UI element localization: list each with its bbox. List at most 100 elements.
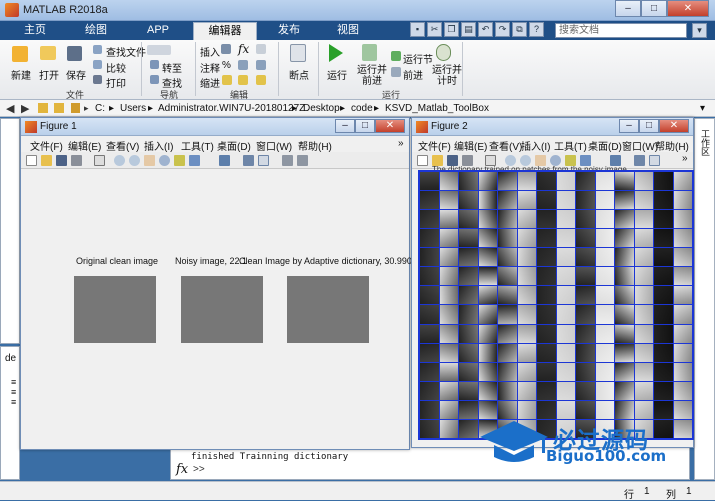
new-button[interactable]: 新建 bbox=[11, 67, 31, 82]
find-files-button[interactable]: 查找文件 bbox=[106, 44, 146, 59]
paste-icon[interactable]: ▤ bbox=[461, 22, 476, 37]
tab-view[interactable]: 视图 bbox=[322, 22, 374, 40]
menu-window[interactable]: 窗口(W) bbox=[622, 138, 658, 153]
redo-icon[interactable]: ↷ bbox=[495, 22, 510, 37]
menu-insert[interactable]: 插入(I) bbox=[144, 138, 173, 153]
menu-edit[interactable]: 编辑(E) bbox=[454, 138, 487, 153]
tab-editor[interactable]: 编辑器 bbox=[193, 22, 257, 40]
new-figure-icon[interactable] bbox=[417, 155, 428, 166]
breadcrumb-item[interactable]: KSVD_Matlab_ToolBox bbox=[385, 103, 489, 114]
help-icon[interactable]: ? bbox=[529, 22, 544, 37]
breadcrumb-item[interactable]: Desktop bbox=[303, 103, 340, 114]
menu-help[interactable]: 帮助(H) bbox=[298, 138, 332, 153]
pointer-icon[interactable] bbox=[94, 155, 105, 166]
maximize-button[interactable]: □ bbox=[639, 119, 659, 133]
back-icon[interactable]: ◀ bbox=[6, 102, 14, 115]
filter-icon[interactable]: ▾ bbox=[692, 23, 707, 38]
print-button[interactable]: 打印 bbox=[106, 75, 126, 90]
indent-button[interactable]: 缩进 bbox=[200, 75, 220, 90]
compare-button[interactable]: 比较 bbox=[106, 60, 126, 75]
undo-icon[interactable]: ↶ bbox=[478, 22, 493, 37]
menu-insert[interactable]: 插入(I) bbox=[521, 138, 550, 153]
rotate-icon[interactable] bbox=[159, 155, 170, 166]
cut-icon[interactable]: ✂ bbox=[427, 22, 442, 37]
breadcrumb-item[interactable]: code bbox=[351, 103, 373, 114]
menu-view[interactable]: 查看(V) bbox=[106, 138, 139, 153]
save-figure-icon[interactable] bbox=[56, 155, 67, 166]
pan-hand-icon[interactable] bbox=[144, 155, 155, 166]
zoom-out-icon[interactable] bbox=[129, 155, 140, 166]
run-section-button[interactable]: 运行节 bbox=[403, 51, 433, 66]
workspace-tab-label[interactable]: 工作区 bbox=[699, 129, 712, 156]
menu-file[interactable]: 文件(F) bbox=[30, 138, 63, 153]
new-figure-icon[interactable] bbox=[26, 155, 37, 166]
search-input[interactable]: 搜索文档 bbox=[555, 23, 687, 38]
switch-windows-icon[interactable]: ⧉ bbox=[512, 22, 527, 37]
menu-desktop[interactable]: 桌面(D) bbox=[217, 138, 251, 153]
breakpoints-button[interactable]: 断点 bbox=[289, 67, 309, 82]
hide-tools-icon[interactable] bbox=[282, 155, 293, 166]
link-plot-icon[interactable] bbox=[219, 155, 230, 166]
colorbar-icon[interactable] bbox=[634, 155, 645, 166]
close-button[interactable]: ✕ bbox=[659, 119, 689, 133]
open-file-icon[interactable] bbox=[41, 155, 52, 166]
insert-button[interactable]: 插入 bbox=[200, 44, 220, 59]
insert-function-button[interactable]: fx bbox=[238, 42, 249, 56]
wrap-comments-icon[interactable] bbox=[238, 60, 248, 70]
copy-icon[interactable]: ❐ bbox=[444, 22, 459, 37]
comment-percent-icon[interactable]: % bbox=[222, 60, 231, 71]
minimize-button[interactable]: – bbox=[619, 119, 639, 133]
breadcrumb-item[interactable]: Users bbox=[120, 103, 146, 114]
goto-button[interactable]: 转至 bbox=[162, 60, 182, 75]
data-cursor-icon[interactable] bbox=[174, 155, 185, 166]
dock-icon[interactable] bbox=[297, 155, 308, 166]
format-icon[interactable] bbox=[256, 44, 266, 54]
menu-desktop[interactable]: 桌面(D) bbox=[588, 138, 622, 153]
close-button[interactable]: ✕ bbox=[375, 119, 405, 133]
run-button[interactable]: 运行 bbox=[327, 67, 347, 82]
run-and-advance-button[interactable]: 运行并 前进 bbox=[357, 65, 387, 87]
minimize-button[interactable]: – bbox=[335, 119, 355, 133]
menu-window[interactable]: 窗口(W) bbox=[256, 138, 292, 153]
minimize-button[interactable]: – bbox=[615, 0, 641, 17]
decrease-indent-icon[interactable] bbox=[256, 75, 266, 85]
legend-icon[interactable] bbox=[649, 155, 660, 166]
address-dropdown-icon[interactable]: ▾ bbox=[700, 103, 705, 114]
print-figure-icon[interactable] bbox=[71, 155, 82, 166]
run-and-time-button[interactable]: 运行并 计时 bbox=[432, 65, 462, 87]
colorbar-icon[interactable] bbox=[243, 155, 254, 166]
close-button[interactable]: ✕ bbox=[667, 0, 709, 17]
open-button[interactable]: 打开 bbox=[39, 67, 59, 82]
toolbar-overflow-icon[interactable]: » bbox=[682, 153, 688, 164]
maximize-button[interactable]: □ bbox=[355, 119, 375, 133]
command-prompt[interactable]: >> bbox=[193, 464, 205, 475]
breadcrumb-item[interactable]: C: bbox=[95, 103, 105, 114]
figure-2-window[interactable]: Figure 2 – □ ✕ 文件(F) 编辑(E) 查看(V) 插入(I) 工… bbox=[411, 117, 694, 448]
tab-home[interactable]: 主页 bbox=[10, 22, 60, 40]
breadcrumb-item[interactable]: Administrator.WIN7U-20180127Z bbox=[158, 103, 305, 114]
smart-indent-icon[interactable] bbox=[222, 75, 232, 85]
uncomment-icon[interactable] bbox=[256, 60, 266, 70]
tab-publish[interactable]: 发布 bbox=[263, 22, 315, 40]
fx-icon[interactable]: fx bbox=[176, 462, 188, 477]
tab-plots[interactable]: 绘图 bbox=[70, 22, 122, 40]
maximize-button[interactable]: □ bbox=[641, 0, 667, 17]
increase-indent-icon[interactable] bbox=[238, 75, 248, 85]
forward-icon[interactable]: ▶ bbox=[21, 102, 29, 115]
menu-edit[interactable]: 编辑(E) bbox=[68, 138, 101, 153]
menu-file[interactable]: 文件(F) bbox=[418, 138, 451, 153]
menu-tools[interactable]: 工具(T) bbox=[554, 138, 587, 153]
advance-button[interactable]: 前进 bbox=[403, 67, 423, 82]
menu-overflow-icon[interactable]: » bbox=[398, 138, 404, 149]
save-button[interactable]: 保存 bbox=[66, 67, 86, 82]
comment-button[interactable]: 注释 bbox=[200, 60, 220, 75]
zoom-in-icon[interactable] bbox=[114, 155, 125, 166]
folder-up-icon[interactable] bbox=[38, 103, 48, 113]
brush-icon[interactable] bbox=[189, 155, 200, 166]
menu-help[interactable]: 帮助(H) bbox=[655, 138, 689, 153]
browse-folder-icon[interactable] bbox=[54, 103, 64, 113]
legend-icon[interactable] bbox=[258, 155, 269, 166]
figure-1-window[interactable]: Figure 1 – □ ✕ 文件(F) 编辑(E) 查看(V) 插入(I) 工… bbox=[20, 117, 417, 450]
save-icon[interactable]: ▪ bbox=[410, 22, 425, 37]
tab-apps[interactable]: APP bbox=[132, 22, 184, 40]
